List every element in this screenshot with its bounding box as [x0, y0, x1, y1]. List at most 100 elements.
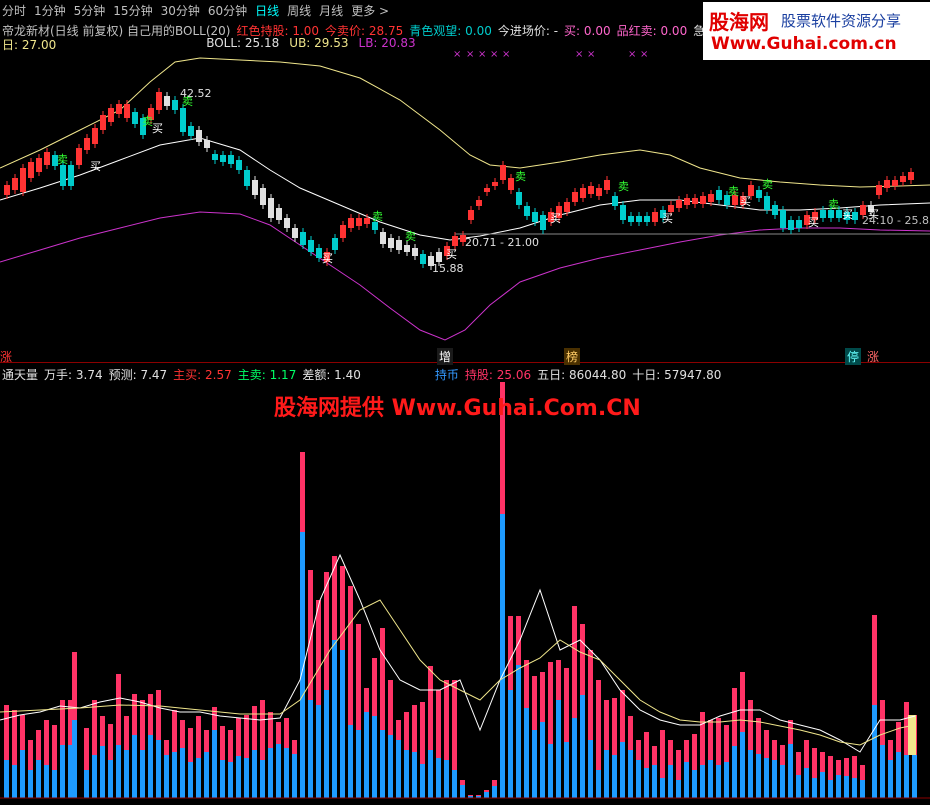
candle-body: [12, 178, 18, 190]
candle-body: [276, 208, 282, 220]
candle-body: [564, 202, 570, 212]
volume-bar-inner: [524, 708, 529, 798]
candle-body: [892, 180, 898, 186]
candle-body: [108, 108, 114, 122]
candle-body: [212, 154, 218, 160]
sell-signal-label: 卖: [57, 153, 68, 166]
candle-body: [244, 170, 250, 186]
sell-signal-label: 卖: [405, 230, 416, 243]
tab-daily[interactable]: 日线: [255, 2, 279, 19]
candle-body: [68, 165, 74, 186]
sell-signal-label: 卖: [762, 178, 773, 191]
volume-bar-inner: [308, 700, 313, 798]
volume-bar-inner: [764, 758, 769, 798]
volume-bar-inner: [668, 765, 673, 798]
volume-bar-inner: [836, 775, 841, 798]
volume-bar-inner: [364, 712, 369, 798]
candle-body: [396, 240, 402, 250]
tab-more[interactable]: 更多 >: [351, 2, 389, 19]
volume-bar-inner: [708, 760, 713, 798]
volume-bar-inner: [228, 762, 233, 798]
tab-30min[interactable]: 30分钟: [161, 2, 200, 19]
candle-body: [196, 130, 202, 142]
candle-body: [356, 218, 362, 226]
candle-body: [484, 188, 490, 192]
volume-bar-inner: [636, 760, 641, 798]
volume-bar-inner: [52, 770, 57, 798]
tab-fenshi[interactable]: 分时: [2, 2, 26, 19]
volume-bar-inner: [404, 750, 409, 798]
volume-bar-inner: [756, 754, 761, 798]
candle-body: [716, 190, 722, 200]
volume-bar-inner: [100, 746, 105, 798]
candle-body: [588, 186, 594, 194]
volume-bar-inner: [556, 700, 561, 798]
candle-body: [156, 92, 162, 110]
volume-bar-inner: [340, 650, 345, 798]
logo-slogan: 股票软件资源分享: [781, 12, 902, 30]
volume-bar-inner: [260, 760, 265, 798]
volume-bar-inner: [484, 792, 489, 798]
candle-body: [900, 176, 906, 182]
candle-body: [364, 218, 370, 224]
tab-weekly[interactable]: 周线: [287, 2, 311, 19]
volume-bar-inner: [548, 744, 553, 798]
tab-1min[interactable]: 1分钟: [34, 2, 66, 19]
volume-bar-inner: [788, 744, 793, 798]
volume-bar-inner: [700, 765, 705, 798]
volume-ma10-line: [0, 599, 916, 746]
buy-value: 买: 0.00: [564, 24, 611, 38]
volume-bar-inner: [372, 716, 377, 798]
candle-body: [36, 158, 42, 172]
cross-marker: ×: [587, 49, 595, 60]
cross-marker: ×: [628, 49, 636, 60]
volume-bar-inner: [812, 778, 817, 798]
volume-bar-inner: [236, 756, 241, 798]
candle-body: [908, 172, 914, 180]
candle-body: [100, 115, 106, 130]
volume-bar-inner: [252, 750, 257, 798]
candle-body: [44, 152, 50, 165]
volume-bar-inner: [108, 760, 113, 798]
candle-body: [820, 210, 826, 218]
tab-60min[interactable]: 60分钟: [208, 2, 247, 19]
candle-body: [676, 200, 682, 208]
volume-bar-inner: [676, 780, 681, 798]
volume-bar-inner: [716, 765, 721, 798]
volume-bar-inner: [20, 750, 25, 798]
candle-body: [636, 216, 642, 222]
volume-bar-inner: [820, 772, 825, 798]
ting-marker: 停: [845, 348, 862, 365]
candle-body: [788, 220, 794, 230]
tab-monthly[interactable]: 月线: [319, 2, 343, 19]
candle-body: [700, 196, 706, 204]
buy-signal-label: 买: [808, 216, 819, 229]
ub-value: UB: 29.53: [289, 36, 349, 50]
volume-bar-inner: [148, 735, 153, 798]
volume-bar-inner: [516, 665, 521, 798]
tab-5min[interactable]: 5分钟: [74, 2, 106, 19]
candle-body: [884, 180, 890, 188]
volume-bar-inner: [828, 780, 833, 798]
volume-bar-inner: [564, 742, 569, 798]
volume-bar-inner: [156, 740, 161, 798]
volume-bar-inner: [124, 750, 129, 798]
sell-signal-label: 卖: [618, 180, 629, 193]
candle-body: [708, 194, 714, 202]
volume-bar-inner: [396, 740, 401, 798]
volume-bar-inner: [268, 748, 273, 798]
candle-body: [252, 180, 258, 195]
volume-bar-inner: [316, 705, 321, 798]
volume-bar-inner: [492, 786, 497, 798]
volume-bar-inner: [332, 640, 337, 798]
period-toolbar: 分时 1分钟 5分钟 15分钟 30分钟 60分钟 日线 周线 月线 更多 >: [0, 0, 389, 20]
candle-body: [76, 148, 82, 165]
volume-bar-inner: [780, 765, 785, 798]
volume-bar-inner: [644, 768, 649, 798]
volume-bar-inner: [628, 750, 633, 798]
volume-ma5-line: [0, 553, 916, 753]
watermark-text: 股海网提供 Www.Guhai.Com.CN: [274, 396, 641, 421]
tab-15min[interactable]: 15分钟: [113, 2, 152, 19]
volume-bar-inner: [692, 770, 697, 798]
sell-signal-label: 卖: [728, 185, 739, 198]
